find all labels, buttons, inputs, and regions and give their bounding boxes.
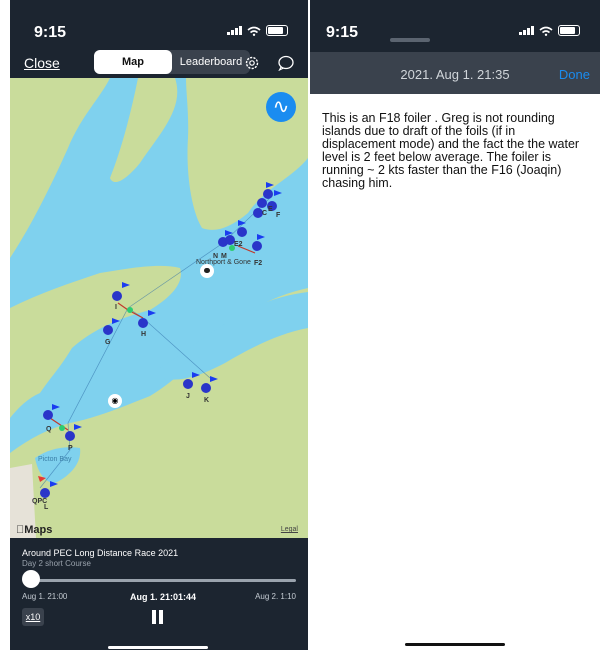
map-screen: 9:15 Close Map Leaderboard C E F E2 F2 N… xyxy=(10,0,308,650)
mark-label: I xyxy=(115,304,117,311)
pause-icon[interactable] xyxy=(152,610,164,624)
view-segmented-control: Map Leaderboard xyxy=(94,50,250,74)
note-header: 2021. Aug 1. 21:35 Done xyxy=(310,52,600,94)
mark-label: F xyxy=(276,212,281,219)
time-current: Aug 1. 21:01:44 xyxy=(130,592,197,602)
time-end: Aug 2. 1:10 xyxy=(255,592,296,601)
gear-icon[interactable] xyxy=(244,55,260,71)
close-button[interactable]: Close xyxy=(24,55,60,71)
home-indicator xyxy=(108,646,208,649)
timeline-slider[interactable] xyxy=(28,579,296,582)
legal-link[interactable]: Legal xyxy=(281,526,298,533)
track-toggle-button[interactable]: ∿ xyxy=(266,92,296,122)
timeline-knob[interactable] xyxy=(21,570,40,588)
mark-label: J xyxy=(186,393,190,400)
mark-label: C xyxy=(262,210,268,217)
mark-label: H xyxy=(141,331,147,338)
water-label: Picton Bay xyxy=(38,456,72,463)
race-subtitle: Day 2 short Course xyxy=(22,559,91,568)
speed-button[interactable]: x10 xyxy=(22,608,44,626)
map-geography xyxy=(10,78,308,538)
note-bubble-icon[interactable] xyxy=(200,264,214,278)
note-screen: 9:15 2021. Aug 1. 21:35 Done This is an … xyxy=(310,0,600,650)
battery-icon xyxy=(558,25,580,36)
mark-label: E xyxy=(268,206,273,213)
camera-icon[interactable]: ◉ xyxy=(108,394,122,408)
playback-controls: Around PEC Long Distance Race 2021 Day 2… xyxy=(10,538,308,650)
status-time: 9:15 xyxy=(326,24,359,41)
race-title: Around PEC Long Distance Race 2021 xyxy=(22,548,179,558)
mark-label: Q xyxy=(46,426,52,433)
mark-label: E2 xyxy=(234,241,243,248)
race-map[interactable]: C E F E2 F2 N M Northport & Gone I G H J… xyxy=(10,78,308,538)
wifi-icon xyxy=(247,26,261,36)
status-time: 9:15 xyxy=(34,24,67,41)
sheet-grabber[interactable] xyxy=(390,38,430,42)
status-icons xyxy=(227,25,288,36)
done-button[interactable]: Done xyxy=(559,67,590,82)
status-bar: 9:15 xyxy=(10,0,308,41)
signal-icon xyxy=(227,26,242,35)
tab-map[interactable]: Map xyxy=(94,50,172,74)
status-bar: 9:15 xyxy=(310,0,600,52)
chat-icon[interactable] xyxy=(278,55,294,71)
mark-label: K xyxy=(204,397,210,404)
mark-label: P xyxy=(68,445,73,452)
tab-leaderboard[interactable]: Leaderboard xyxy=(172,50,250,74)
maps-attribution-text: Maps xyxy=(16,524,52,536)
mark-label: G xyxy=(105,339,111,346)
battery-icon xyxy=(266,25,288,36)
note-body: This is an F18 foiler . Greg is not roun… xyxy=(322,111,580,190)
wifi-icon xyxy=(539,26,553,36)
note-timestamp: 2021. Aug 1. 21:35 xyxy=(400,67,510,82)
mark-label: F2 xyxy=(254,260,263,267)
top-bar: Close Map Leaderboard xyxy=(10,46,308,78)
signal-icon xyxy=(519,26,534,35)
status-icons xyxy=(519,25,580,36)
time-start: Aug 1. 21:00 xyxy=(22,592,68,601)
maps-attribution: Maps xyxy=(16,524,52,536)
mark-label: L xyxy=(44,504,49,511)
home-indicator xyxy=(405,643,505,646)
